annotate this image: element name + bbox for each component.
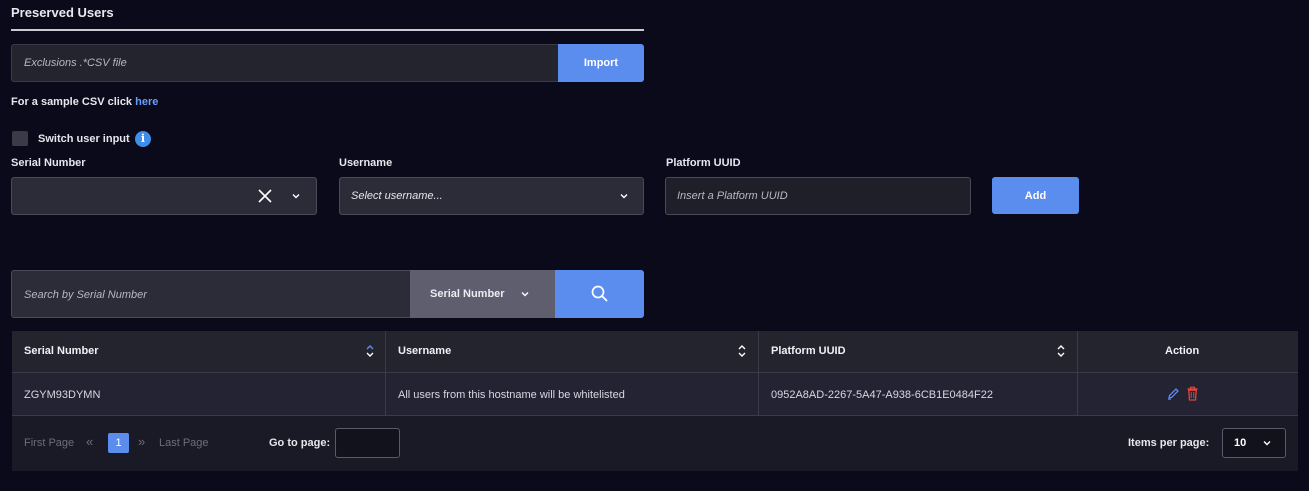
search-button[interactable]	[555, 270, 644, 318]
first-page-link[interactable]: First Page	[24, 437, 74, 449]
search-placeholder: Search by Serial Number	[24, 289, 147, 301]
column-header-action: Action	[1165, 345, 1200, 357]
chevron-down-icon[interactable]	[292, 192, 300, 200]
column-divider	[758, 331, 759, 372]
edit-icon[interactable]	[1167, 387, 1180, 400]
sort-icon[interactable]	[737, 343, 747, 359]
column-header-serial[interactable]: Serial Number	[24, 345, 99, 357]
csv-file-input[interactable]: Exclusions .*CSV file	[11, 44, 559, 82]
goto-page-input[interactable]	[335, 428, 400, 458]
page-number-current[interactable]: 1	[108, 433, 129, 453]
import-button[interactable]: Import	[558, 44, 644, 82]
search-icon	[591, 285, 608, 302]
username-placeholder: Select username...	[351, 190, 443, 202]
username-select[interactable]: Select username...	[339, 177, 644, 215]
sample-csv-label: For a sample CSV click	[11, 96, 133, 108]
title-divider	[11, 29, 644, 31]
add-button[interactable]: Add	[992, 177, 1079, 214]
username-label: Username	[339, 157, 393, 169]
chevron-down-icon	[1263, 441, 1271, 446]
clear-icon[interactable]	[258, 189, 272, 203]
table-header: Serial Number Username Platform UUID Act…	[12, 331, 1298, 372]
serial-number-select[interactable]	[11, 177, 317, 215]
items-per-page-select[interactable]: 10	[1222, 428, 1286, 458]
column-divider	[758, 373, 759, 415]
delete-icon[interactable]	[1186, 386, 1199, 401]
csv-file-placeholder: Exclusions .*CSV file	[24, 57, 127, 69]
chevron-down-icon[interactable]	[620, 192, 628, 200]
items-per-page-label: Items per page:	[1128, 437, 1210, 449]
search-type-label: Serial Number	[430, 288, 505, 300]
platform-uuid-label: Platform UUID	[666, 157, 741, 169]
table-row: ZGYM93DYMN All users from this hostname …	[12, 372, 1298, 416]
column-divider	[1077, 373, 1078, 415]
sample-csv-link[interactable]: here	[135, 96, 158, 108]
sample-csv-text: For a sample CSV click here	[11, 96, 158, 108]
info-icon[interactable]: i	[135, 131, 151, 147]
goto-page-label: Go to page:	[269, 437, 331, 449]
column-divider	[1077, 331, 1078, 372]
platform-uuid-input[interactable]: Insert a Platform UUID	[665, 177, 971, 215]
section-title: Preserved Users	[11, 5, 114, 20]
search-type-select[interactable]: Serial Number	[410, 270, 555, 318]
sort-icon[interactable]	[365, 343, 375, 359]
items-per-page-value: 10	[1234, 437, 1247, 449]
column-divider	[385, 373, 386, 415]
chevrons-left-icon[interactable]: «	[86, 434, 93, 449]
column-divider	[385, 331, 386, 372]
cell-username: All users from this hostname will be whi…	[398, 389, 625, 401]
column-header-platform-uuid[interactable]: Platform UUID	[771, 345, 846, 357]
chevrons-right-icon[interactable]: »	[138, 434, 145, 449]
last-page-link[interactable]: Last Page	[159, 437, 209, 449]
cell-platform-uuid: 0952A8AD-2267-5A47-A938-6CB1E0484F22	[771, 389, 993, 401]
cell-serial-number: ZGYM93DYMN	[24, 389, 101, 401]
serial-number-label: Serial Number	[11, 157, 86, 169]
platform-uuid-placeholder: Insert a Platform UUID	[677, 190, 788, 202]
search-input[interactable]: Search by Serial Number	[11, 270, 411, 318]
chevron-down-icon	[521, 292, 529, 297]
sort-icon[interactable]	[1056, 343, 1066, 359]
column-header-username[interactable]: Username	[398, 345, 451, 357]
switch-user-input-label: Switch user input	[38, 133, 130, 145]
switch-user-input-checkbox[interactable]	[12, 131, 28, 146]
